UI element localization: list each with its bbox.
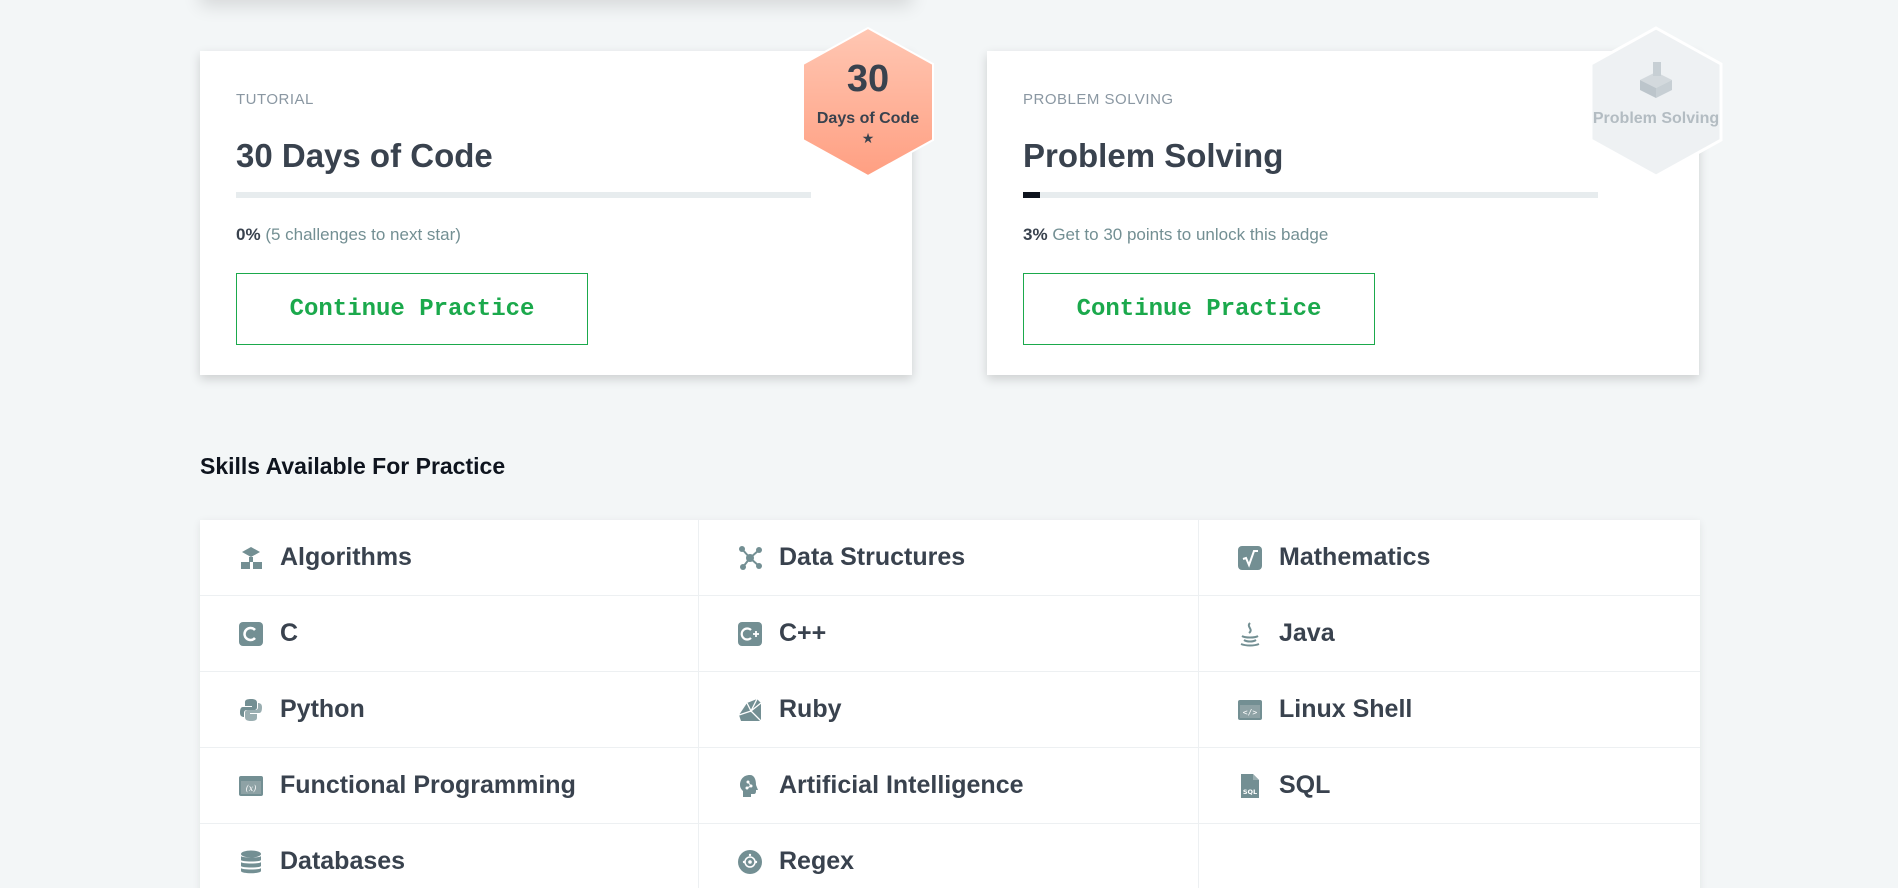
progress-percent: 0% <box>236 225 261 244</box>
progress-bar <box>236 192 811 198</box>
skill-sql[interactable]: SQL SQL <box>1199 748 1700 824</box>
hexagon-badge-shape <box>1589 26 1723 178</box>
cpp-icon <box>737 621 763 647</box>
skill-mathematics[interactable]: Mathematics <box>1199 520 1700 596</box>
skill-c[interactable]: C <box>200 596 699 672</box>
card-kicker: PROBLEM SOLVING <box>1023 91 1174 108</box>
skill-functional-programming[interactable]: (x) Functional Programming <box>200 748 699 824</box>
problem-solving-badge[interactable]: Problem Solving <box>1587 26 1725 178</box>
skill-label: Ruby <box>779 695 842 723</box>
svg-text:(x): (x) <box>246 784 257 793</box>
empty-skill-cell <box>1199 824 1700 888</box>
card-title[interactable]: 30 Days of Code <box>236 137 493 175</box>
skill-regex[interactable]: Regex <box>699 824 1199 888</box>
java-icon <box>1237 621 1263 647</box>
skill-python[interactable]: Python <box>200 672 699 748</box>
progress-bar <box>1023 192 1598 198</box>
page: TUTORIAL 30 Days of Code 0% (5 challenge… <box>0 0 1898 888</box>
cube-icon <box>1640 62 1672 98</box>
ruby-icon <box>737 697 763 723</box>
star-icon: ★ <box>861 130 875 146</box>
badge-label: Days of Code <box>816 110 920 127</box>
skill-label: Artificial Intelligence <box>779 771 1024 799</box>
skill-algorithms[interactable]: Algorithms <box>200 520 699 596</box>
continue-practice-button[interactable]: Continue Practice <box>1023 273 1375 345</box>
svg-text:SQL: SQL <box>1243 788 1257 796</box>
skills-section-title: Skills Available For Practice <box>200 453 506 479</box>
sqrt-icon <box>1237 545 1263 571</box>
skills-grid: Algorithms Data Structures Mathematics C <box>200 520 1700 888</box>
progress-bar-fill <box>1023 192 1041 198</box>
progress-percent: 3% <box>1023 225 1048 244</box>
skill-linux-shell[interactable]: </> Linux Shell <box>1199 672 1700 748</box>
skill-data-structures[interactable]: Data Structures <box>699 520 1199 596</box>
regex-icon <box>737 849 763 875</box>
skill-cpp[interactable]: C++ <box>699 596 1199 672</box>
c-icon <box>238 621 264 647</box>
data-structures-icon <box>737 545 763 571</box>
skill-label: Regex <box>779 847 855 875</box>
skill-java[interactable]: Java <box>1199 596 1700 672</box>
badge-number: 30 <box>846 58 890 100</box>
continue-practice-button[interactable]: Continue Practice <box>236 273 588 345</box>
skill-label: Python <box>280 695 365 723</box>
progress-note: Get to 30 points to unlock this badge <box>1052 225 1329 244</box>
hexagon-badge-shape <box>802 26 934 178</box>
skill-label: Databases <box>280 847 406 875</box>
progress-text: 3% Get to 30 points to unlock this badge <box>1023 225 1328 245</box>
function-icon: (x) <box>238 773 264 799</box>
card-kicker: TUTORIAL <box>236 91 314 108</box>
sql-file-icon: SQL <box>1237 773 1263 799</box>
python-icon <box>238 697 264 723</box>
card-title[interactable]: Problem Solving <box>1023 137 1283 175</box>
skill-label: C <box>280 619 299 647</box>
skill-label: Functional Programming <box>280 771 576 799</box>
skill-ruby[interactable]: Ruby <box>699 672 1199 748</box>
database-icon <box>238 849 264 875</box>
skill-label: SQL <box>1279 771 1331 799</box>
skill-label: Data Structures <box>779 543 966 571</box>
skill-label: Java <box>1279 619 1335 647</box>
skill-label: C++ <box>779 619 827 647</box>
days-of-code-badge[interactable]: 30 Days of Code ★ <box>799 26 937 178</box>
skill-label: Mathematics <box>1279 543 1431 571</box>
skill-label: Linux Shell <box>1279 695 1413 723</box>
skill-databases[interactable]: Databases <box>200 824 699 888</box>
badge-label: Problem Solving <box>1592 110 1720 127</box>
progress-text: 0% (5 challenges to next star) <box>236 225 461 245</box>
skill-artificial-intelligence[interactable]: Artificial Intelligence <box>699 748 1199 824</box>
progress-note: (5 challenges to next star) <box>265 225 461 244</box>
algorithms-icon <box>238 545 264 571</box>
svg-text:</>: </> <box>1243 708 1258 717</box>
terminal-icon: </> <box>1237 697 1263 723</box>
brain-icon <box>737 773 763 799</box>
skill-label: Algorithms <box>280 543 412 571</box>
